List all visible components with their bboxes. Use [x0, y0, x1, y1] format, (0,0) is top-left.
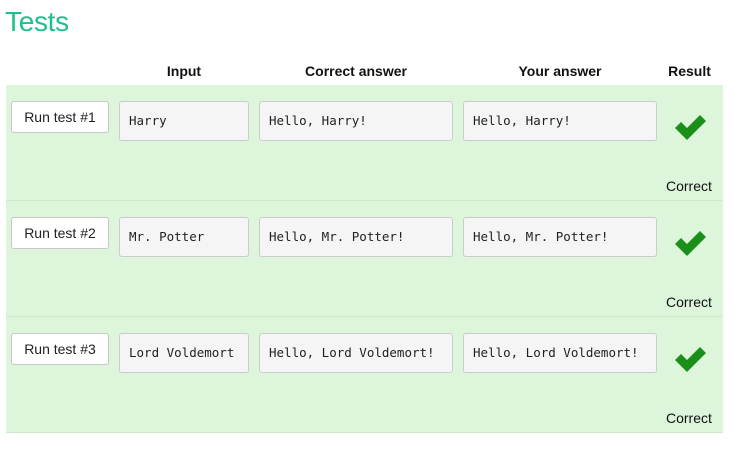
- test-1-input-value: Harry: [119, 101, 249, 141]
- test-row-3: Run test #3 Lord Voldemort Hello, Lord V…: [6, 317, 723, 433]
- test-row-2: Run test #2 Mr. Potter Hello, Mr. Potter…: [6, 201, 723, 317]
- test-2-input-value: Mr. Potter: [119, 217, 249, 257]
- test-2-your-answer: Hello, Mr. Potter!: [463, 217, 657, 257]
- run-test-3-button[interactable]: Run test #3: [11, 333, 109, 365]
- test-2-result: Correct: [666, 294, 712, 310]
- test-1-correct-answer: Hello, Harry!: [259, 101, 453, 141]
- test-1-result: Correct: [666, 178, 712, 194]
- test-2-correct-answer: Hello, Mr. Potter!: [259, 217, 453, 257]
- run-test-1-button[interactable]: Run test #1: [11, 101, 109, 133]
- column-header-result: Result: [668, 63, 711, 79]
- test-1-your-answer: Hello, Harry!: [463, 101, 657, 141]
- test-3-your-answer: Hello, Lord Voldemort!: [463, 333, 657, 373]
- table-header: Input Correct answer Your answer Result: [6, 55, 723, 85]
- test-3-result: Correct: [666, 410, 712, 426]
- page-title: Tests: [5, 6, 69, 37]
- run-test-2-button[interactable]: Run test #2: [11, 217, 109, 249]
- check-icon: [675, 231, 706, 256]
- column-header-input: Input: [166, 63, 202, 79]
- test-3-correct-answer: Hello, Lord Voldemort!: [259, 333, 453, 373]
- test-row-1: Run test #1 Harry Hello, Harry! Hello, H…: [6, 85, 723, 201]
- test-3-input-value: Lord Voldemort: [119, 333, 249, 373]
- column-header-your-answer: Your answer: [518, 63, 602, 79]
- tests-table: Input Correct answer Your answer Result …: [6, 55, 723, 433]
- check-icon: [675, 347, 706, 372]
- check-icon: [675, 115, 706, 140]
- column-header-correct-answer: Correct answer: [305, 63, 407, 79]
